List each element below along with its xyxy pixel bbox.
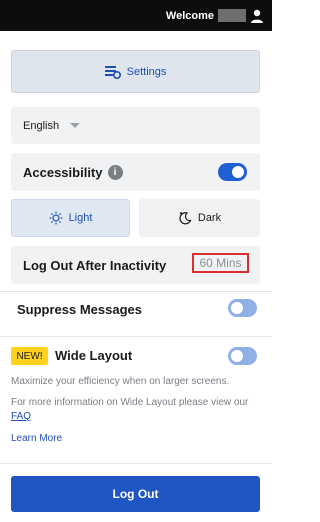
top-bar: Welcome <box>0 0 272 31</box>
theme-light-button[interactable]: Light <box>11 199 130 237</box>
wide-layout-description: Maximize your efficiency when on larger … <box>11 376 230 387</box>
sun-icon <box>49 211 63 225</box>
masked-username <box>218 9 246 22</box>
faq-text-prefix: For more information on Wide Layout plea… <box>11 397 249 408</box>
toggle-knob <box>231 302 243 314</box>
divider <box>0 291 272 292</box>
logout-button-label: Log Out <box>112 487 159 501</box>
suppress-messages-label: Suppress Messages <box>17 302 143 317</box>
moon-icon <box>179 212 192 225</box>
chevron-down-icon <box>70 123 81 128</box>
language-select[interactable]: English <box>11 107 260 144</box>
accessibility-row: Accessibility i <box>11 153 260 191</box>
language-selected-value: English <box>23 119 60 132</box>
welcome-text: Welcome <box>165 9 214 22</box>
suppress-messages-toggle[interactable] <box>228 299 257 317</box>
user-icon[interactable] <box>250 9 264 23</box>
theme-light-label: Light <box>68 212 93 224</box>
toggle-knob <box>231 350 243 362</box>
wide-layout-toggle[interactable] <box>228 347 257 365</box>
new-badge: NEW! <box>11 347 48 365</box>
inactivity-minutes-select[interactable]: 60 Mins <box>192 253 249 273</box>
settings-button[interactable]: Settings <box>11 50 260 93</box>
accessibility-toggle[interactable] <box>218 163 247 181</box>
settings-panel: Settings English Accessibility i Light D… <box>0 31 272 522</box>
info-icon[interactable]: i <box>107 164 123 180</box>
learn-more-link[interactable]: Learn More <box>11 433 62 444</box>
settings-button-label: Settings <box>126 65 167 78</box>
accessibility-label: Accessibility <box>23 164 103 180</box>
divider <box>0 463 272 464</box>
divider <box>0 336 272 337</box>
faq-link[interactable]: FAQ <box>11 411 31 422</box>
wide-layout-label: Wide Layout <box>55 348 133 363</box>
settings-sliders-icon <box>104 65 121 79</box>
theme-dark-label: Dark <box>197 212 222 224</box>
logout-inactivity-label: Log Out After Inactivity <box>23 257 167 273</box>
toggle-knob <box>232 166 244 178</box>
wide-layout-faq-text: For more information on Wide Layout plea… <box>11 396 263 424</box>
theme-dark-button[interactable]: Dark <box>139 199 260 237</box>
logout-button[interactable]: Log Out <box>11 476 260 512</box>
